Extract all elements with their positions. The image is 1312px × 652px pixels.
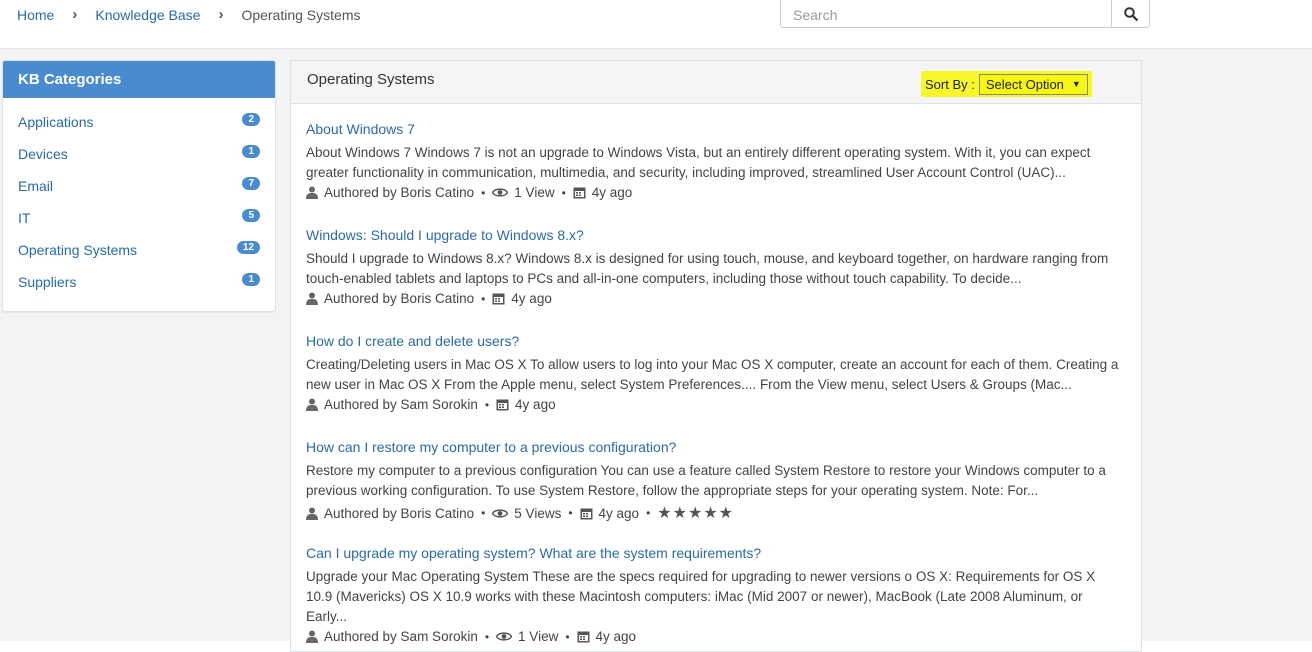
article-title-link[interactable]: How do I create and delete users? xyxy=(306,333,519,349)
chevron-right-icon: › xyxy=(218,6,224,23)
search-icon xyxy=(1123,7,1138,21)
category-count-badge: 12 xyxy=(236,240,260,254)
breadcrumb: Home › Knowledge Base › Operating System… xyxy=(17,6,361,23)
eye-icon xyxy=(492,508,509,518)
meta-separator: • xyxy=(568,506,573,520)
article-meta: Authored by Sam Sorokin • 4y ago xyxy=(306,397,1121,412)
article-age: 4y ago xyxy=(511,291,552,306)
calendar-icon xyxy=(573,187,586,199)
calendar-icon xyxy=(492,293,505,305)
article-age: 4y ago xyxy=(515,397,556,412)
articles-panel-header: Operating Systems Sort By : Select Optio… xyxy=(291,61,1141,104)
category-count-badge: 2 xyxy=(242,112,260,126)
search-box xyxy=(780,0,1150,28)
category-item-email[interactable]: Email 7 xyxy=(3,170,275,202)
article-views: 1 View xyxy=(514,185,555,200)
category-label: IT xyxy=(18,210,31,226)
sort-control: Sort By : Select Option ▼ xyxy=(921,71,1092,97)
category-label: Operating Systems xyxy=(18,242,138,258)
article-author: Authored by Sam Sorokin xyxy=(324,397,478,412)
article-item: About Windows 7 About Windows 7 Windows … xyxy=(306,121,1121,200)
breadcrumb-home[interactable]: Home xyxy=(17,7,54,23)
meta-separator: • xyxy=(481,185,486,200)
meta-separator: • xyxy=(565,629,570,644)
article-item: How do I create and delete users? Creati… xyxy=(306,333,1121,412)
top-bar: Home › Knowledge Base › Operating System… xyxy=(0,0,1312,49)
article-title-link[interactable]: About Windows 7 xyxy=(306,121,415,137)
article-meta: Authored by Boris Catino • 4y ago xyxy=(306,291,1121,306)
article-item: Windows: Should I upgrade to Windows 8.x… xyxy=(306,227,1121,306)
article-views: 1 View xyxy=(518,629,559,644)
article-author: Authored by Sam Sorokin xyxy=(324,629,478,644)
article-age: 4y ago xyxy=(598,505,640,521)
user-icon xyxy=(306,507,318,520)
article-age: 4y ago xyxy=(591,185,633,200)
meta-separator: • xyxy=(481,291,486,306)
articles-panel: Operating Systems Sort By : Select Optio… xyxy=(290,60,1142,652)
calendar-icon xyxy=(580,508,593,519)
category-item-devices[interactable]: Devices 1 xyxy=(3,138,275,170)
breadcrumb-current: Operating Systems xyxy=(241,6,361,23)
article-meta: Authored by Boris Catino • 1 View • 4y a… xyxy=(306,185,1121,200)
article-title-link[interactable]: Can I upgrade my operating system? What … xyxy=(306,545,761,561)
category-count-badge: 7 xyxy=(242,176,260,190)
article-author: Authored by Boris Catino xyxy=(324,505,475,521)
article-excerpt: Restore my computer to a previous config… xyxy=(306,463,1106,498)
search-input[interactable] xyxy=(781,0,1111,27)
panel-title: Operating Systems xyxy=(307,71,435,88)
sort-label: Sort By : xyxy=(925,76,975,92)
search-button[interactable] xyxy=(1111,0,1149,27)
caret-down-icon: ▼ xyxy=(1071,79,1081,89)
rating-stars: ★★★★★ xyxy=(657,505,734,522)
category-label: Email xyxy=(18,178,54,194)
article-age: 4y ago xyxy=(595,629,637,644)
article-excerpt: Upgrade your Mac Operating System These … xyxy=(306,569,1096,624)
article-author: Authored by Boris Catino xyxy=(324,291,475,306)
category-label: Suppliers xyxy=(18,274,77,290)
user-icon xyxy=(306,292,318,305)
calendar-icon xyxy=(496,399,509,411)
eye-icon xyxy=(492,188,509,197)
breadcrumb-knowledge-base[interactable]: Knowledge Base xyxy=(95,7,200,23)
category-list: Applications 2 Devices 1 Email 7 IT 5 Op… xyxy=(3,98,275,298)
eye-icon xyxy=(496,632,513,641)
category-label: Devices xyxy=(18,146,68,162)
category-item-applications[interactable]: Applications 2 xyxy=(3,106,275,138)
article-meta: Authored by Sam Sorokin • 1 View • 4y ag… xyxy=(306,629,1121,644)
user-icon xyxy=(306,186,318,199)
article-author: Authored by Boris Catino xyxy=(324,185,475,200)
category-count-badge: 5 xyxy=(242,208,260,222)
article-excerpt: Should I upgrade to Windows 8.x? Windows… xyxy=(306,251,1109,286)
kb-categories-title: KB Categories xyxy=(3,61,275,98)
category-count-badge: 1 xyxy=(242,144,260,158)
article-excerpt: About Windows 7 Windows 7 is not an upgr… xyxy=(306,145,1091,180)
sort-select[interactable]: Select Option ▼ xyxy=(978,73,1088,95)
meta-separator: • xyxy=(484,397,490,412)
category-item-it[interactable]: IT 5 xyxy=(3,202,275,234)
meta-separator: • xyxy=(561,185,566,200)
meta-separator: • xyxy=(646,506,651,520)
article-title-link[interactable]: How can I restore my computer to a previ… xyxy=(306,439,676,455)
kb-categories-panel: KB Categories Applications 2 Devices 1 E… xyxy=(2,60,276,312)
article-excerpt: Creating/Deleting users in Mac OS X To a… xyxy=(306,357,1119,392)
chevron-right-icon: › xyxy=(72,6,78,23)
article-views: 5 Views xyxy=(514,505,562,521)
category-item-operating-systems[interactable]: Operating Systems 12 xyxy=(3,234,275,266)
article-title-link[interactable]: Windows: Should I upgrade to Windows 8.x… xyxy=(306,227,584,243)
category-label: Applications xyxy=(18,114,94,130)
sort-select-value: Select Option xyxy=(985,76,1064,92)
calendar-icon xyxy=(577,631,590,643)
article-item: Can I upgrade my operating system? What … xyxy=(306,545,1121,644)
article-meta: Authored by Boris Catino • 5 Views • 4y … xyxy=(306,503,1121,523)
user-icon xyxy=(306,630,318,643)
meta-separator: • xyxy=(481,506,486,520)
category-item-suppliers[interactable]: Suppliers 1 xyxy=(3,266,275,298)
category-count-badge: 1 xyxy=(242,272,260,286)
meta-separator: • xyxy=(484,629,490,644)
user-icon xyxy=(306,398,318,411)
article-item: How can I restore my computer to a previ… xyxy=(306,439,1121,523)
